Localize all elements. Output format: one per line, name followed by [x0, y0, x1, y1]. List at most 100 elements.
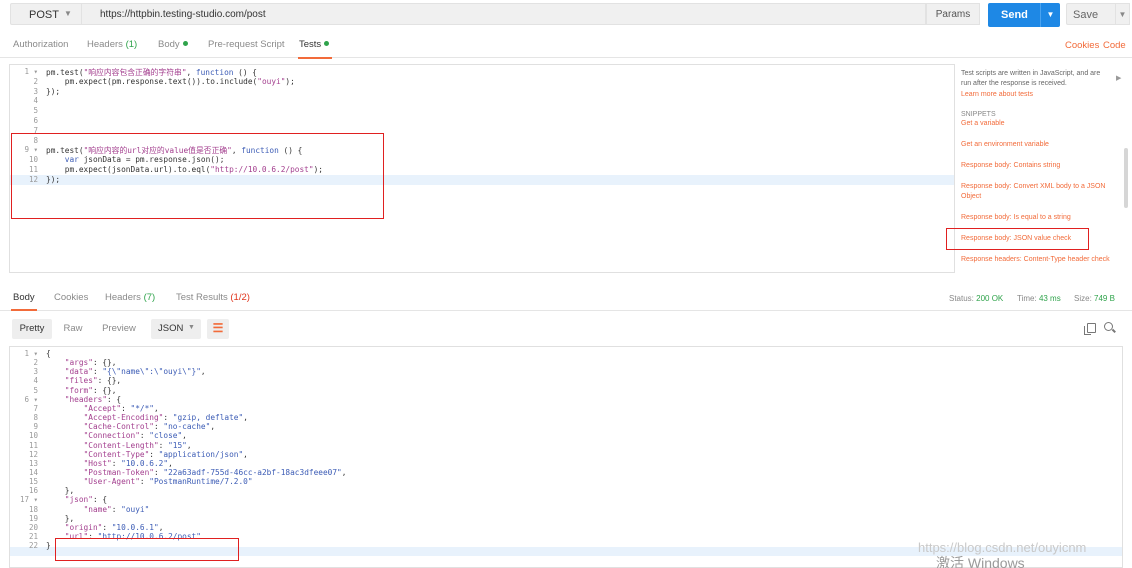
method-label: POST	[29, 9, 59, 21]
time-label: Time:	[1017, 294, 1037, 303]
format-select[interactable]: JSON ▼	[151, 319, 201, 339]
send-options-chevron-icon[interactable]: ▼	[1040, 3, 1060, 27]
snippets-panel: Test scripts are written in JavaScript, …	[958, 64, 1132, 273]
tab-body-label: Body	[158, 39, 180, 50]
collapse-arrow-icon[interactable]: ▶	[1116, 74, 1121, 82]
snippet-item[interactable]: Response body: Contains string	[961, 161, 1111, 171]
tab-body[interactable]: Body	[158, 39, 188, 50]
request-tabs: Authorization Headers (1) Body Pre-reque…	[0, 35, 1132, 59]
url-input[interactable]: https://httpbin.testing-studio.com/post	[82, 3, 926, 25]
wrap-lines-icon[interactable]: ☰	[207, 319, 229, 339]
line-number: 17 ▾	[19, 495, 38, 505]
status-readout: Status: 200 OK	[949, 294, 1003, 303]
line-number: 10	[28, 431, 38, 441]
line-number: 11	[28, 440, 38, 450]
line-number: 22	[28, 541, 38, 551]
tab-test-results-label: Test Results	[176, 292, 228, 303]
line-number: 3	[33, 86, 38, 96]
snippet-item[interactable]: Get an environment variable	[961, 140, 1111, 150]
tab-response-body[interactable]: Body	[11, 292, 37, 311]
response-tabs: Body Cookies Headers (7) Test Results (1…	[0, 289, 1132, 311]
raw-button[interactable]: Raw	[58, 319, 88, 339]
line-number: 21	[28, 532, 38, 541]
size-readout: Size: 749 B	[1074, 294, 1115, 303]
json-line: "Host": "10.0.6.2",	[83, 458, 173, 468]
line-number: 2	[33, 358, 38, 368]
line-number: 12	[28, 174, 38, 184]
line-number: 7	[33, 125, 38, 135]
line-number: 8	[33, 135, 38, 145]
line-number: 10	[28, 155, 38, 165]
tab-tests[interactable]: Tests	[297, 39, 333, 59]
copy-icon[interactable]	[1084, 323, 1096, 335]
snippet-item[interactable]: Get a variable	[961, 119, 1111, 129]
json-line: "json": {	[64, 495, 108, 505]
line-number: 16	[28, 486, 38, 496]
json-line: "Connection": "close",	[83, 431, 187, 441]
search-icon[interactable]	[1104, 322, 1113, 331]
tab-response-headers[interactable]: Headers (7)	[105, 292, 155, 303]
line-number: 13	[28, 458, 38, 468]
json-line: "Content-Length": "15",	[83, 440, 192, 450]
line-number: 3	[33, 367, 38, 377]
line-number: 6	[33, 116, 38, 125]
tab-prerequest-script[interactable]: Pre-request Script	[208, 39, 285, 50]
tab-test-results-count: (1/2)	[230, 292, 250, 303]
tab-response-cookies[interactable]: Cookies	[54, 292, 88, 303]
line-number: 18	[28, 504, 38, 514]
tab-response-headers-count: (7)	[143, 292, 156, 303]
json-line: "name": "ouyi"	[83, 504, 150, 514]
tab-test-results[interactable]: Test Results (1/2)	[176, 292, 250, 303]
response-body-viewer[interactable]: 1 ▾ {2 "args": {}, 3 "data": "{\"name\":\"…	[9, 346, 1123, 568]
method-select[interactable]: POST ▼	[10, 3, 82, 25]
chevron-down-icon: ▼	[188, 324, 195, 331]
format-label: JSON	[158, 323, 184, 334]
json-line: },	[46, 513, 75, 523]
json-line: "User-Agent": "PostmanRuntime/7.2.0"	[83, 477, 253, 487]
tab-authorization[interactable]: Authorization	[13, 39, 68, 50]
line-number: 9 ▾	[24, 145, 38, 155]
preview-button[interactable]: Preview	[96, 319, 142, 339]
json-line: },	[46, 486, 75, 496]
snippet-item[interactable]: Response headers: Content-Type header ch…	[961, 255, 1111, 265]
time-readout: Time: 43 ms	[1017, 294, 1061, 303]
current-line-highlight	[10, 175, 954, 185]
status-value: 200 OK	[976, 294, 1004, 303]
line-number: 5	[33, 106, 38, 116]
snippet-item[interactable]: Response body: JSON value check	[961, 234, 1111, 244]
line-number: 14	[28, 467, 38, 477]
json-line: "Accept": "*/*",	[83, 403, 159, 413]
pretty-button[interactable]: Pretty	[12, 319, 52, 339]
snippets-scrollbar[interactable]	[1124, 148, 1128, 208]
line-number: 6 ▾	[24, 394, 38, 404]
line-number: 4	[33, 376, 38, 386]
line-number: 4	[33, 96, 38, 106]
status-dot-icon	[324, 41, 330, 46]
snippet-item[interactable]: Response body: Convert XML body to a JSO…	[961, 182, 1111, 202]
json-line: {	[46, 349, 51, 358]
send-button[interactable]: Send	[988, 3, 1040, 27]
code-line: });	[46, 174, 61, 184]
tab-headers-label: Headers	[87, 39, 123, 50]
cookies-link[interactable]: Cookies	[1065, 40, 1099, 51]
line-number: 19	[28, 513, 38, 523]
status-label: Status:	[949, 294, 974, 303]
json-line: }	[46, 541, 51, 551]
json-line: "headers": {	[64, 394, 122, 404]
snippets-heading: SNIPPETS	[961, 111, 996, 118]
json-line: "args": {},	[64, 358, 117, 368]
params-button[interactable]: Params	[926, 3, 980, 25]
snippet-item[interactable]: Response body: Is equal to a string	[961, 213, 1111, 223]
activate-windows-text: 激活 Windows	[936, 555, 1025, 568]
size-label: Size:	[1074, 294, 1092, 303]
tab-headers[interactable]: Headers (1)	[87, 39, 137, 50]
line-number: 15	[28, 477, 38, 487]
time-value: 43 ms	[1038, 294, 1061, 303]
save-button[interactable]: Save	[1066, 3, 1116, 25]
line-number: 1 ▾	[24, 67, 38, 76]
snippets-info: Test scripts are written in JavaScript, …	[961, 70, 1101, 87]
learn-more-link[interactable]: Learn more about tests	[961, 91, 1033, 98]
code-link[interactable]: Code	[1103, 40, 1126, 51]
tests-editor[interactable]: 1 ▾ pm.test("响应内容包含正确的字符串", function () {…	[9, 64, 955, 273]
save-options-chevron-icon[interactable]: ▼	[1116, 3, 1130, 25]
